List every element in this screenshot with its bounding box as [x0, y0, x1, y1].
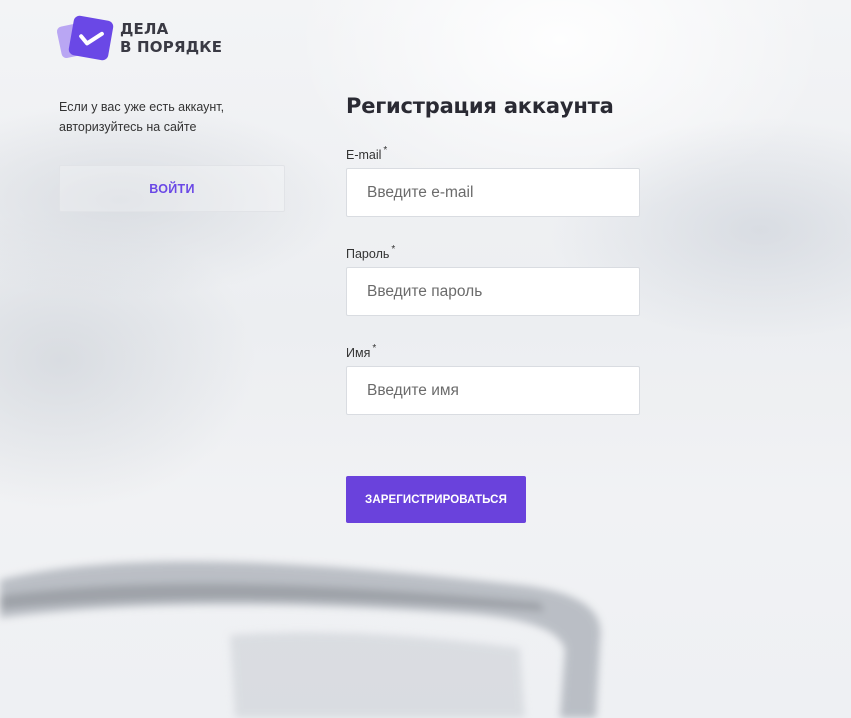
login-prompt-line1: Если у вас уже есть аккаунт, [59, 100, 225, 114]
brand-name-line1: ДЕЛА [120, 20, 169, 38]
login-button[interactable]: ВОЙТИ [59, 165, 285, 212]
required-mark: * [391, 244, 396, 255]
brand-name-line2: В ПОРЯДКЕ [120, 38, 223, 56]
required-mark: * [383, 145, 388, 156]
page-title: Регистрация аккаунта [346, 94, 614, 118]
password-label-text: Пароль [346, 247, 390, 261]
brand-logo[interactable]: ДЕЛА В ПОРЯДКЕ [56, 14, 222, 62]
registration-form: Регистрация аккаунта E-mail* Пароль* Имя… [346, 92, 646, 523]
login-prompt: Если у вас уже есть аккаунт, авторизуйте… [59, 97, 279, 137]
name-label: Имя * [346, 343, 376, 360]
login-prompt-line2: авторизуйтесь на сайте [59, 120, 197, 134]
email-label-text: E-mail [346, 148, 382, 162]
logo-mark [56, 14, 115, 62]
email-field[interactable] [346, 168, 640, 217]
password-label: Пароль * [346, 244, 395, 261]
required-mark: * [372, 343, 377, 354]
check-icon [67, 14, 115, 62]
brand-name: ДЕЛА В ПОРЯДКЕ [120, 20, 222, 56]
email-label: E-mail * [346, 145, 387, 162]
register-button[interactable]: ЗАРЕГИСТРИРОВАТЬСЯ [346, 476, 526, 523]
name-field[interactable] [346, 366, 640, 415]
password-field[interactable] [346, 267, 640, 316]
name-label-text: Имя [346, 346, 371, 360]
